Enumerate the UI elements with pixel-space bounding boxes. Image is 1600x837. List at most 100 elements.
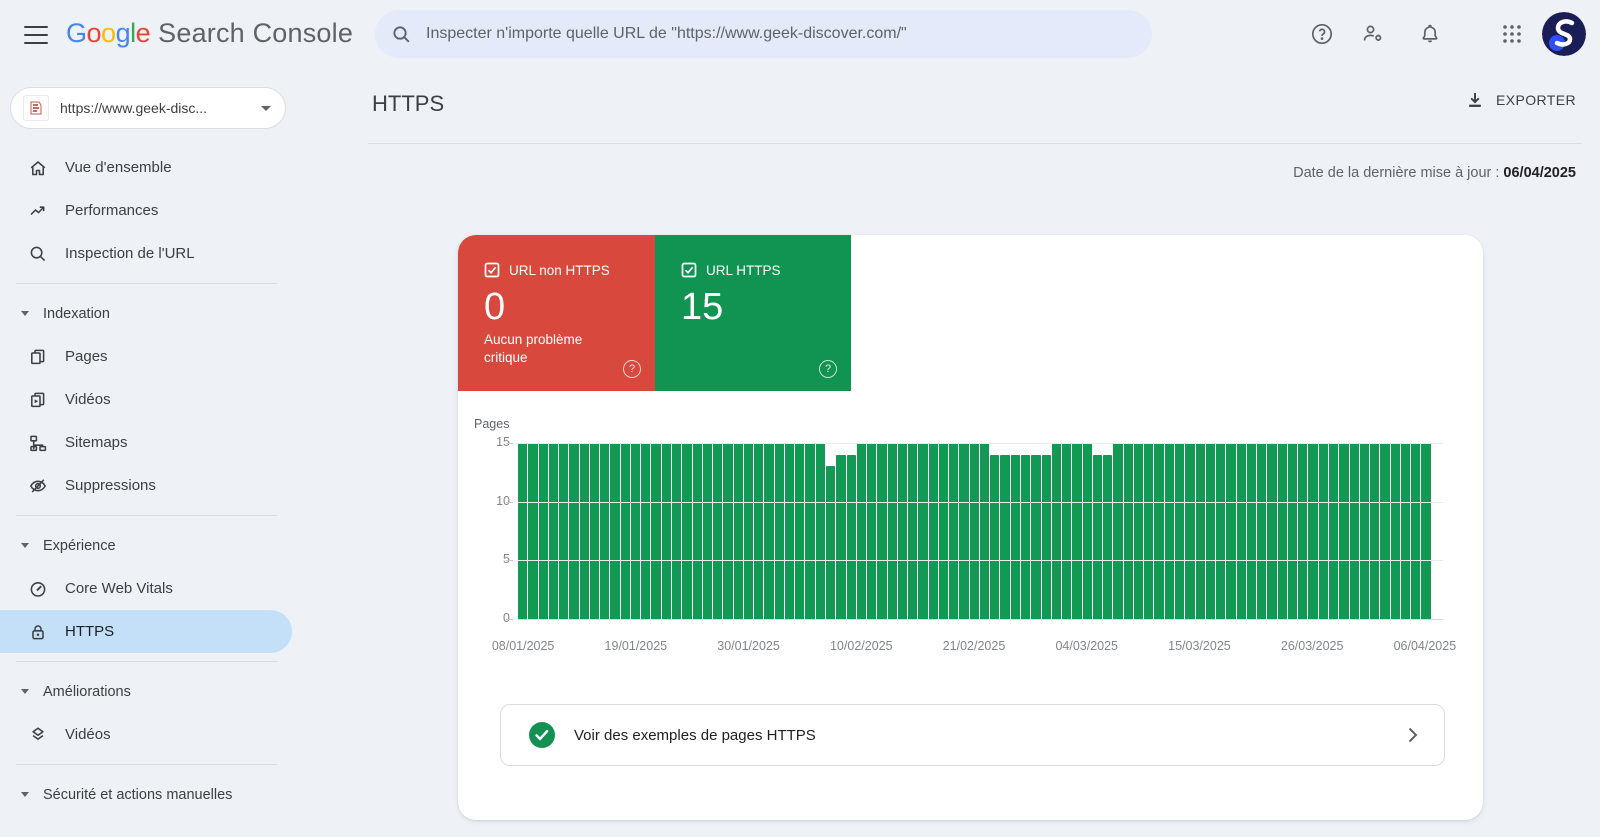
lock-icon [32, 624, 44, 639]
chart-bar-day-37 [897, 443, 908, 619]
chart-gridline [518, 560, 1443, 562]
sidebar-section-enhancements[interactable]: Améliorations [0, 670, 292, 713]
sidebar-item-label: Inspection de l'URL [65, 245, 195, 262]
sidebar-item-sitemaps[interactable]: Sitemaps [0, 421, 292, 464]
notifications-bell-icon[interactable] [1418, 22, 1442, 46]
help-question-icon[interactable]: ? [819, 360, 837, 378]
app-logo[interactable]: Google Search Console [66, 18, 353, 49]
eye-off-icon [30, 478, 46, 493]
chevron-down-icon [261, 105, 271, 111]
help-question-icon[interactable]: ? [623, 360, 641, 378]
card-non-https[interactable]: URL non HTTPS 0 Aucun problème critique … [458, 235, 655, 391]
chart-bar-day-81 [1349, 443, 1359, 619]
logo-suffix: Search Console [158, 18, 354, 48]
chart-bar-day-4 [559, 443, 569, 619]
download-icon [1469, 93, 1481, 107]
chart-bar-day-78 [1318, 443, 1328, 619]
sitemaps-icon [30, 435, 47, 451]
sidebar-section-indexation[interactable]: Indexation [0, 292, 292, 335]
sidebar-item-overview[interactable]: Vue d'ensemble [0, 146, 292, 189]
y-axis-label: 5 [503, 552, 510, 567]
chart-bar-day-24 [764, 443, 774, 619]
sidebar-divider [16, 764, 278, 765]
checkbox-checked-icon[interactable] [484, 262, 500, 278]
chart-bar-day-18 [702, 443, 713, 619]
layers-icon [32, 726, 44, 740]
chart-bar-day-40 [928, 443, 938, 619]
chart-baseline [518, 619, 1443, 620]
google-logo-word: Google [66, 18, 151, 49]
section-label: Améliorations [43, 683, 131, 700]
sidebar-item-removals[interactable]: Suppressions [0, 464, 292, 507]
y-axis-label: 15 [496, 435, 510, 449]
chart-bar-day-83 [1370, 443, 1380, 619]
user-settings-icon[interactable] [1361, 22, 1385, 46]
gauge-icon [30, 581, 46, 597]
chart-bar-day-22 [743, 443, 754, 619]
card-value: 0 [484, 286, 506, 328]
chart-bar-day-41 [938, 443, 949, 619]
chart-bar-day-8 [600, 443, 610, 619]
y-axis-label: 10 [496, 493, 510, 508]
chart-bar-day-63 [1164, 443, 1174, 619]
chart-bar-day-0 [518, 443, 528, 619]
help-icon[interactable] [1310, 22, 1334, 46]
chart-bar-day-82 [1359, 443, 1370, 619]
chevron-right-icon[interactable] [1408, 727, 1418, 743]
chart-bar-day-26 [784, 443, 795, 619]
sidebar-item-https[interactable]: HTTPS [0, 610, 292, 653]
menu-icon[interactable] [22, 24, 50, 46]
account-avatar[interactable] [1542, 12, 1586, 56]
apps-grid-icon[interactable] [1500, 22, 1524, 46]
sidebar-item-pages[interactable]: Pages [0, 335, 292, 378]
card-label: URL HTTPS [706, 262, 781, 278]
chart-bar-day-21 [733, 443, 743, 619]
chart-bar-day-86 [1400, 443, 1411, 619]
url-inspect-searchbar[interactable] [375, 10, 1152, 58]
chart-bar-day-13 [651, 443, 661, 619]
sidebar-item-core-web-vitals[interactable]: Core Web Vitals [0, 567, 292, 610]
chart-bar-day-14 [661, 443, 671, 619]
chart-bar-day-33 [856, 443, 867, 619]
collapse-caret-icon [21, 543, 29, 548]
sidebar-item-performances[interactable]: Performances [0, 189, 292, 232]
collapse-caret-icon [21, 792, 29, 797]
y-axis-tick [506, 619, 513, 620]
export-button[interactable]: EXPORTER [1465, 90, 1576, 110]
x-axis-label: 26/03/2025 [1280, 639, 1344, 653]
chart-bar-day-3 [548, 443, 559, 619]
sidebar-divider [16, 515, 278, 516]
collapse-caret-icon [21, 689, 29, 694]
property-url: https://www.geek-disc... [60, 100, 208, 116]
chart-bar-day-65 [1185, 443, 1195, 619]
chart-bar-day-62 [1154, 443, 1164, 619]
sidebar-section-experience[interactable]: Expérience [0, 524, 292, 567]
chart-bar-day-47 [1000, 454, 1010, 619]
card-https[interactable]: URL HTTPS 15 ? [655, 235, 851, 391]
sidebar-item-label: HTTPS [65, 623, 115, 640]
last-update: Date de la dernière mise à jour :06/04/2… [1293, 165, 1576, 181]
chart-bar-day-42 [949, 443, 959, 619]
https-report-panel: URL non HTTPS 0 Aucun problème critique … [458, 235, 1483, 820]
chart-bar-day-70 [1236, 443, 1246, 619]
page-title: HTTPS [372, 91, 445, 116]
x-axis-label: 10/02/2025 [829, 639, 893, 653]
x-axis-label: 19/01/2025 [604, 639, 668, 653]
sidebar-item-videos-indexation[interactable]: Vidéos [0, 378, 292, 421]
search-input[interactable] [426, 25, 1136, 43]
sidebar-item-url-inspection[interactable]: Inspection de l'URL [0, 232, 292, 275]
view-examples-row[interactable]: Voir des exemples de pages HTTPS [500, 704, 1445, 766]
sidebar-section-security[interactable]: Sécurité et actions manuelles [0, 773, 292, 816]
chart-bar-day-32 [846, 454, 856, 619]
logo-letter: g [115, 18, 131, 48]
sidebar-item-videos-enhancement[interactable]: Vidéos [0, 713, 292, 756]
chart-bar-day-36 [887, 443, 897, 619]
chart-bar-day-35 [877, 443, 887, 619]
property-selector[interactable]: https://www.geek-disc... [10, 87, 286, 129]
checkbox-checked-icon[interactable] [681, 262, 697, 278]
home-icon [30, 160, 46, 175]
chart-bar-day-29 [815, 443, 825, 619]
chart-bar-day-64 [1175, 443, 1185, 619]
y-axis-tick [506, 560, 513, 562]
chart-bar-day-49 [1021, 454, 1031, 619]
